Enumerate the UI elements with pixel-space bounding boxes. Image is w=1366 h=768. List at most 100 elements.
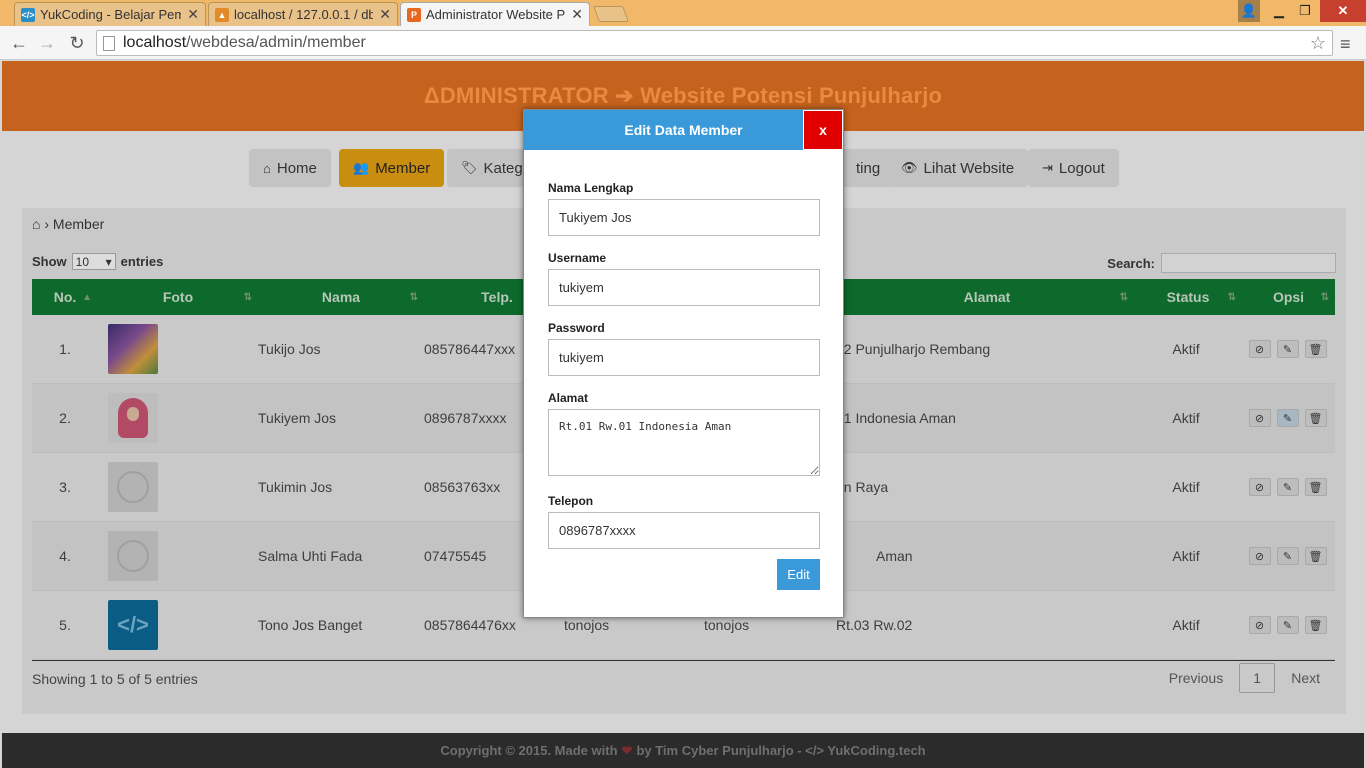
password-label: Password [548, 321, 605, 335]
col-foto[interactable]: Foto ⇅ [98, 279, 258, 315]
cell-nama: Tukimin Jos [258, 479, 333, 495]
menu-icon[interactable]: ≡ [1340, 34, 1351, 55]
sort-icon: ⇅ [1119, 291, 1128, 303]
search-input[interactable] [1161, 253, 1336, 273]
cell-foto [98, 315, 164, 384]
close-icon[interactable]: ✕ [187, 6, 199, 23]
forward-icon[interactable]: → [36, 32, 58, 54]
cell-no: 3. [59, 479, 71, 495]
cell-nama: Tukijo Jos [258, 341, 321, 357]
avatar [108, 324, 158, 374]
browser-tab-yukcoding[interactable]: </> YukCoding - Belajar Pemr ✕ [14, 2, 206, 26]
browser-tab-admin[interactable]: P Administrator Website Po ✕ [400, 2, 590, 26]
heart-icon: ❤ [621, 742, 633, 758]
next-button[interactable]: Next [1275, 670, 1336, 686]
browser-tab-bar: </> YukCoding - Belajar Pemr ✕ ▲ localho… [0, 0, 1366, 26]
cell-alamat: Aman [876, 548, 913, 564]
home-icon[interactable]: ⌂ [32, 216, 40, 232]
user-icon[interactable]: 👤 [1238, 0, 1260, 22]
chevron-down-icon: ▾ [105, 254, 112, 269]
disable-icon[interactable]: ⊘ [1248, 409, 1271, 427]
p-icon: P [407, 7, 421, 22]
browser-tab-phpmyadmin[interactable]: ▲ localhost / 127.0.0.1 / db_ ✕ [208, 2, 398, 26]
edit-icon[interactable]: ✎ [1276, 547, 1299, 565]
disable-icon[interactable]: ⊘ [1248, 616, 1271, 634]
col-status[interactable]: Status ⇅ [1134, 279, 1242, 315]
close-icon[interactable]: ✕ [571, 6, 583, 23]
logout-icon: ⇥ [1042, 160, 1053, 175]
delete-icon[interactable]: 🗑 [1304, 478, 1327, 496]
nav-lihat-website[interactable]: 👁 Lihat Website [887, 149, 1029, 187]
password-field[interactable] [548, 339, 820, 376]
modal-header: Edit Data Member [524, 110, 843, 150]
cell-opsi: ⊘ ✎ 🗑 [1240, 591, 1335, 660]
delete-icon[interactable]: 🗑 [1304, 340, 1327, 358]
sort-icon: ⇅ [243, 291, 252, 303]
cell-foto [98, 384, 164, 453]
disable-icon[interactable]: ⊘ [1248, 340, 1271, 358]
address-path: /webdesa/admin/member [186, 34, 366, 51]
disable-icon[interactable]: ⊘ [1248, 547, 1271, 565]
new-tab-button[interactable] [593, 6, 629, 22]
modal-title: Edit Data Member [624, 122, 743, 138]
nama-field[interactable] [548, 199, 820, 236]
users-icon: 👥 [353, 160, 370, 175]
table-info: Showing 1 to 5 of 5 entries [32, 671, 198, 687]
back-icon[interactable]: ← [8, 32, 30, 54]
col-opsi[interactable]: Opsi ⇅ [1242, 279, 1335, 315]
previous-button[interactable]: Previous [1153, 670, 1239, 686]
username-field[interactable] [548, 269, 820, 306]
cell-status: Aktif [1172, 548, 1200, 564]
nav-home[interactable]: ⌂ Home [249, 149, 331, 187]
col-alamat[interactable]: Alamat ⇅ [840, 279, 1134, 315]
col-no[interactable]: No. ▲ [32, 279, 98, 315]
telepon-field[interactable] [548, 512, 820, 549]
footer-text-pre: Copyright © 2015. Made with [440, 743, 618, 758]
disable-icon[interactable]: ⊘ [1248, 478, 1271, 496]
edit-icon[interactable]: ✎ [1276, 340, 1299, 358]
nama-label: Nama Lengkap [548, 181, 634, 195]
sort-icon: ▲ [82, 291, 92, 303]
cell-alamat: 01 Indonesia Aman [836, 410, 956, 426]
cell-status: Aktif [1172, 617, 1200, 633]
modal-close-button[interactable]: x [803, 110, 843, 150]
sort-icon: ⇅ [409, 291, 418, 303]
eye-icon: 👁 [901, 160, 918, 175]
site-footer: Copyright © 2015. Made with ❤ by Tim Cyb… [2, 733, 1364, 768]
cell-no: 5. [59, 617, 71, 633]
col-nama[interactable]: Nama ⇅ [258, 279, 424, 315]
tab-label: localhost / 127.0.0.1 / db_ [234, 7, 374, 22]
page-1-button[interactable]: 1 [1239, 663, 1276, 693]
phpmyadmin-icon: ▲ [215, 7, 229, 22]
address-bar[interactable]: localhost/webdesa/admin/member ☆ [96, 30, 1333, 56]
home-icon: ⌂ [263, 160, 271, 176]
cell-no: 4. [59, 548, 71, 564]
edit-button[interactable]: Edit [777, 559, 820, 590]
cell-opsi: ⊘ ✎ 🗑 [1240, 384, 1335, 453]
entries-select[interactable]: 10 ▾ [71, 253, 116, 270]
cell-status: Aktif [1172, 341, 1200, 357]
cell-alamat: an Raya [836, 479, 889, 495]
close-icon[interactable]: ✕ [379, 6, 391, 23]
maximize-button[interactable]: ❐ [1294, 0, 1316, 22]
cell-opsi: ⊘ ✎ 🗑 [1240, 522, 1335, 591]
breadcrumb-current: Member [52, 216, 105, 232]
cell-status: Aktif [1172, 410, 1200, 426]
delete-icon[interactable]: 🗑 [1304, 547, 1327, 565]
nav-member[interactable]: 👥 Member [339, 149, 445, 187]
search: Search: [1107, 253, 1336, 273]
edit-icon[interactable]: ✎ [1276, 478, 1299, 496]
edit-icon[interactable]: ✎ [1276, 616, 1299, 634]
reload-icon[interactable]: ↻ [66, 32, 88, 54]
delete-icon[interactable]: 🗑 [1304, 409, 1327, 427]
minimize-button[interactable]: ▁ [1268, 0, 1290, 22]
delete-icon[interactable]: 🗑 [1304, 616, 1327, 634]
edit-icon[interactable]: ✎ [1276, 409, 1299, 427]
window-close-button[interactable]: ✕ [1320, 0, 1366, 22]
alamat-field[interactable]: Rt.01 Rw.01 Indonesia Aman [548, 409, 820, 476]
page-icon [103, 35, 115, 51]
cell-foto [98, 453, 164, 522]
cell-nama: Tukiyem Jos [258, 410, 337, 426]
nav-logout[interactable]: ⇥ Logout [1028, 149, 1119, 187]
bookmark-star-icon[interactable]: ☆ [1310, 33, 1326, 54]
